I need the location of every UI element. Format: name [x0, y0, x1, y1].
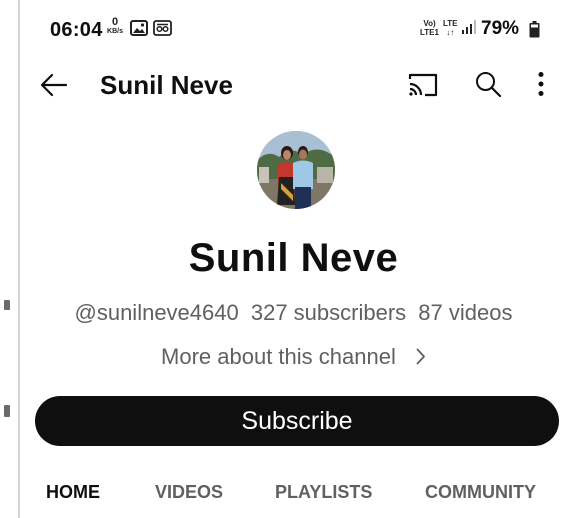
- channel-tabs: HOME VIDEOS PLAYLISTS COMMUNITY: [20, 470, 567, 518]
- youtube-channel-screen: 06:04 0 KB/s Vo) LTE1 LTE ↓↑ 79% Sunil N…: [20, 0, 567, 518]
- search-icon[interactable]: [474, 70, 502, 98]
- tab-community[interactable]: COMMUNITY: [425, 482, 536, 503]
- screen-record-notification-icon: [153, 20, 172, 36]
- tab-videos[interactable]: VIDEOS: [155, 482, 223, 503]
- channel-name: Sunil Neve: [188, 236, 399, 280]
- lte-label: LTE: [443, 19, 458, 28]
- video-count: 87 videos: [418, 300, 513, 325]
- signal-icon: [462, 20, 476, 34]
- cropped-left-panel: [0, 0, 20, 518]
- battery-icon: [529, 21, 540, 38]
- tab-playlists[interactable]: PLAYLISTS: [275, 482, 372, 503]
- subscriber-count: 327 subscribers: [250, 300, 407, 325]
- subscribe-button[interactable]: Subscribe: [35, 396, 559, 446]
- more-about-channel-link[interactable]: More about this channel: [20, 344, 567, 370]
- chevron-right-icon: [416, 348, 425, 365]
- channel-meta: @sunilneve4640 327 subscribers 87 videos: [20, 300, 567, 326]
- status-bar: 06:04 0 KB/s Vo) LTE1 LTE ↓↑ 79%: [20, 0, 567, 58]
- channel-avatar[interactable]: [257, 131, 335, 209]
- more-options-icon[interactable]: [537, 71, 545, 97]
- tab-home[interactable]: HOME: [46, 482, 100, 503]
- channel-handle: @sunilneve4640: [74, 300, 239, 325]
- battery-percentage: 79%: [481, 18, 520, 39]
- back-arrow-icon[interactable]: [40, 72, 68, 98]
- more-about-label: More about this channel: [161, 344, 396, 369]
- net-speed: 0 KB/s: [106, 17, 124, 36]
- lte-indicator: LTE ↓↑: [443, 19, 458, 37]
- edge-mark: [4, 405, 10, 417]
- net-speed-unit: KB/s: [107, 28, 123, 35]
- gallery-notification-icon: [130, 20, 148, 36]
- status-time: 06:04: [50, 19, 103, 41]
- volte-line2: LTE1: [420, 28, 439, 37]
- cast-icon[interactable]: [408, 72, 438, 98]
- edge-mark: [4, 300, 10, 310]
- top-app-bar: Sunil Neve: [20, 58, 567, 114]
- data-arrows-icon: ↓↑: [446, 28, 455, 37]
- net-speed-value: 0: [111, 16, 119, 28]
- volte-line1: Vo): [423, 19, 436, 28]
- app-bar-title: Sunil Neve: [100, 70, 233, 100]
- volte-indicator: Vo) LTE1: [420, 19, 439, 37]
